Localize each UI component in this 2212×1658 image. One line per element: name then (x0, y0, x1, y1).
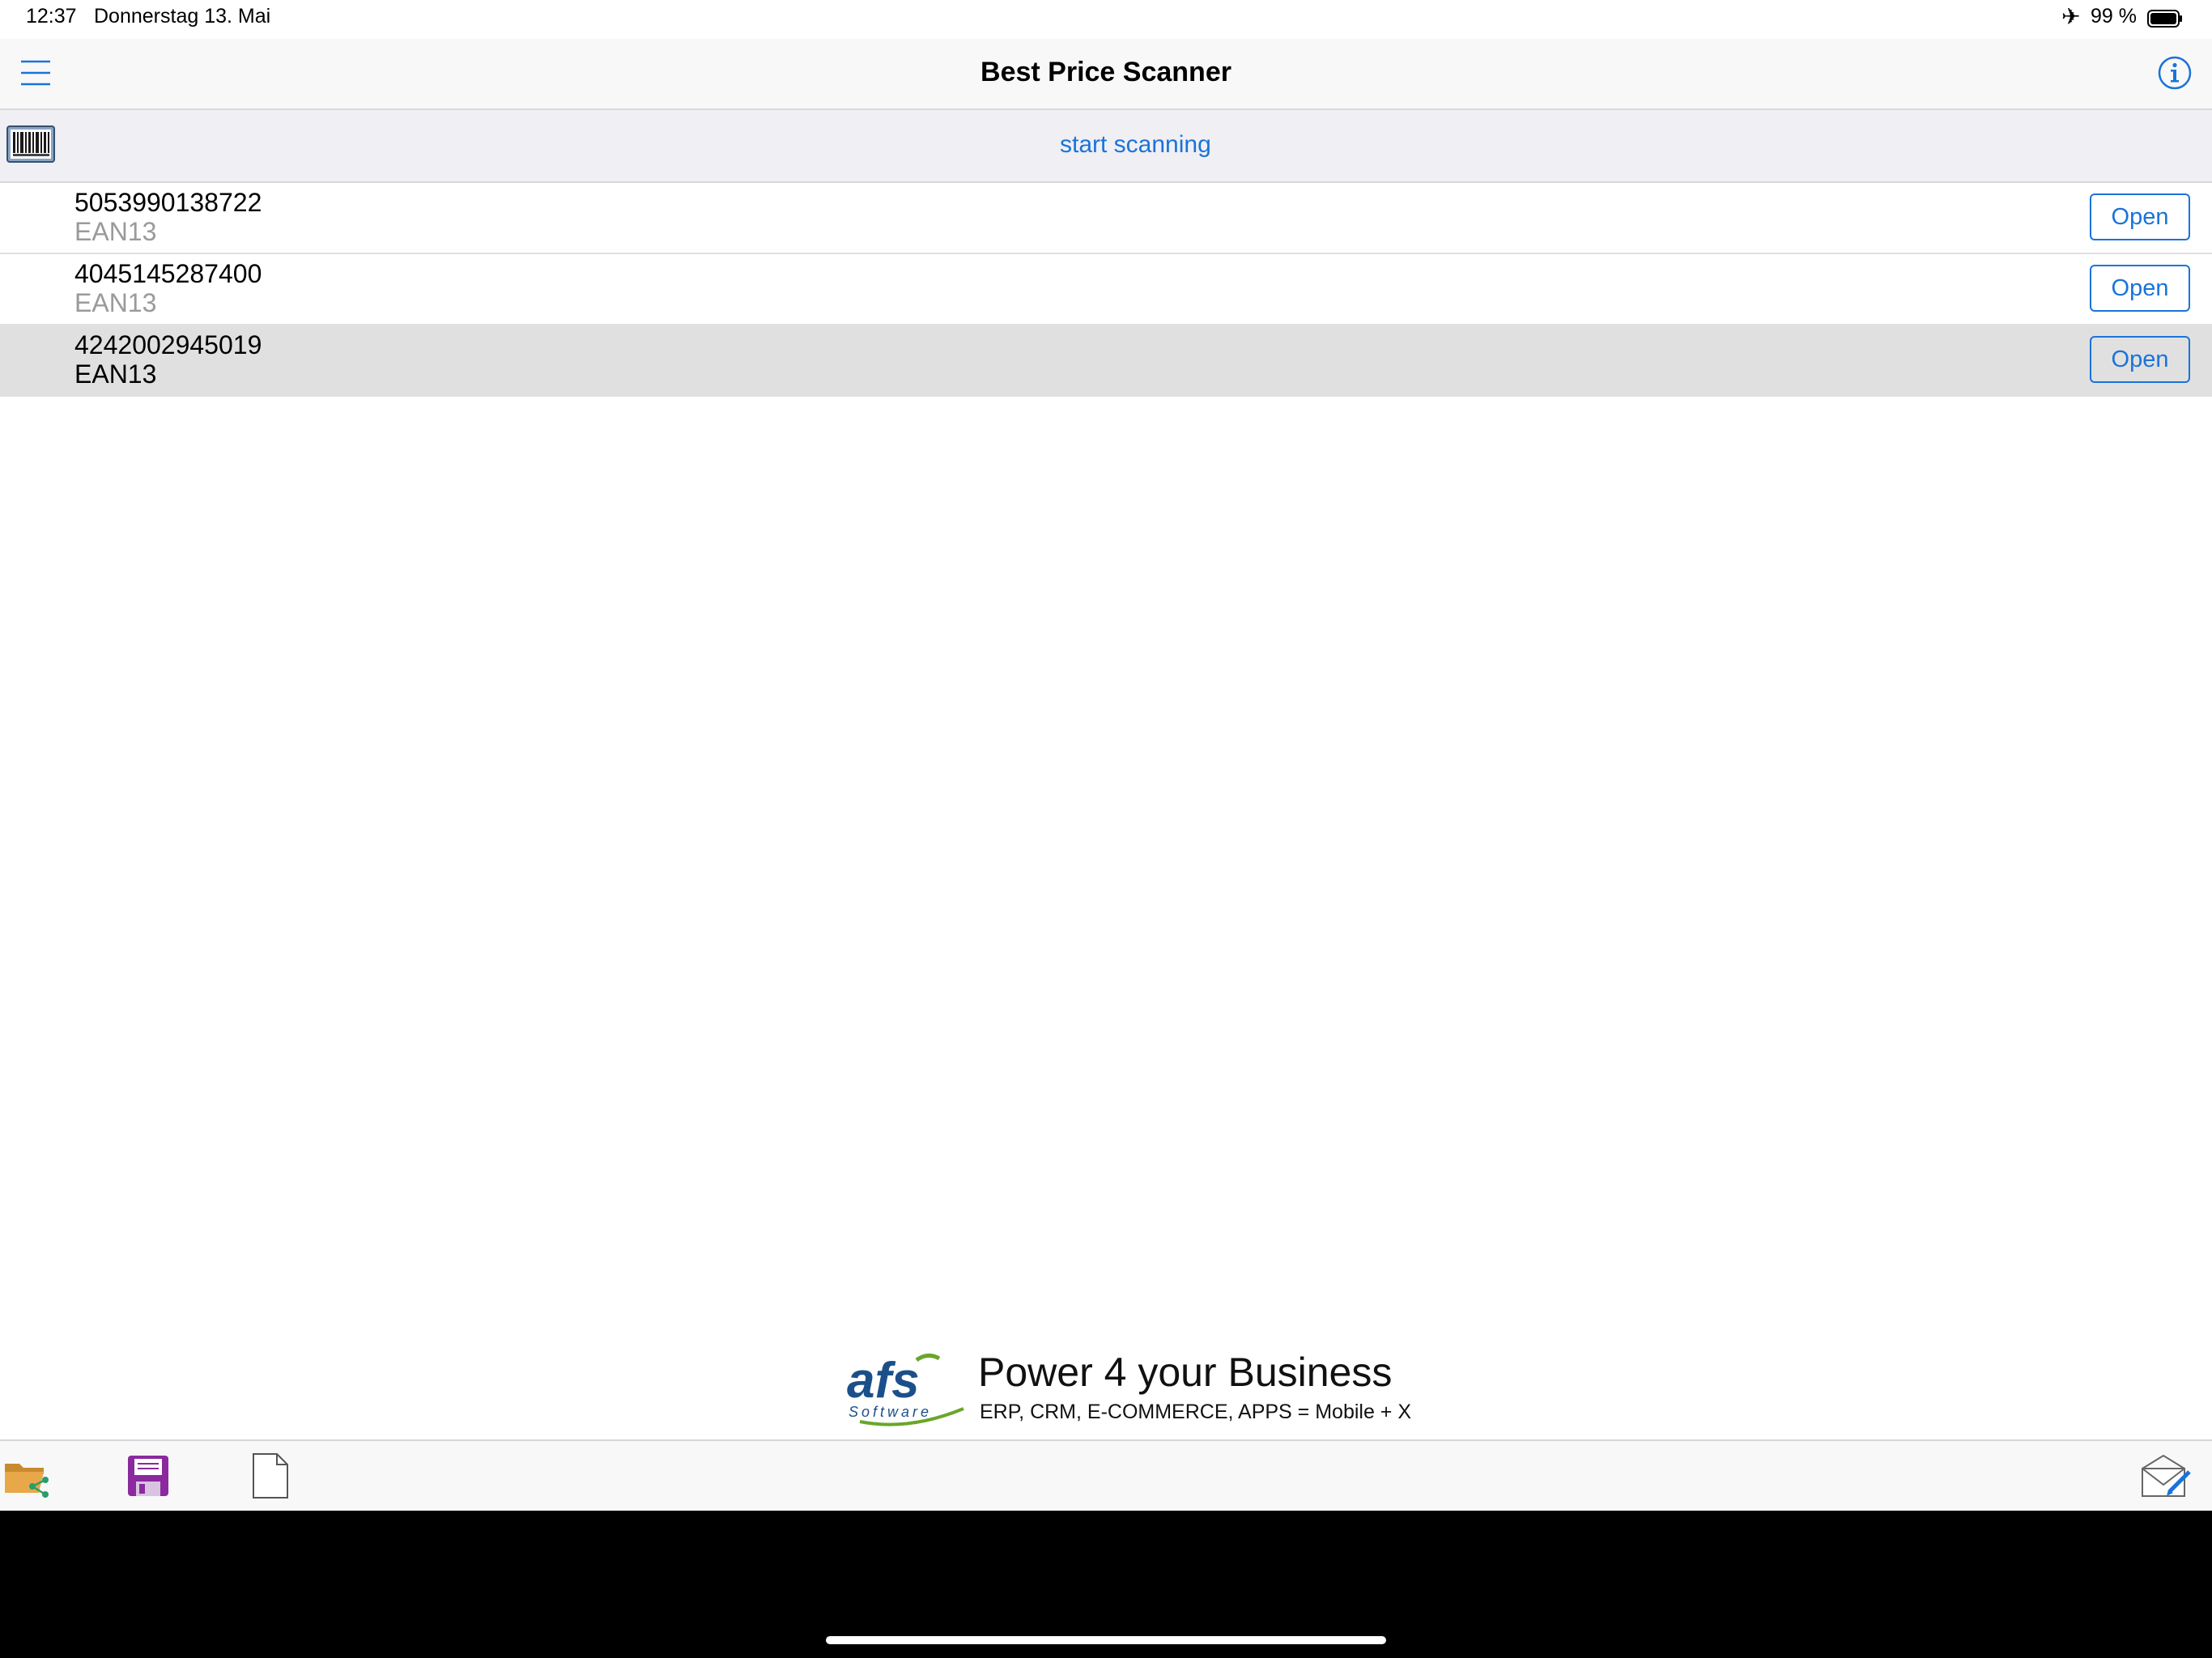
barcode-number: 5053990138722 (74, 188, 262, 217)
banner-headline: Power 4 your Business (978, 1350, 1393, 1395)
open-button[interactable]: Open (2090, 336, 2190, 383)
page-title: Best Price Scanner (981, 57, 1231, 87)
barcode-type: EAN13 (74, 288, 157, 317)
start-scanning-button[interactable]: start scanning (1060, 131, 1211, 159)
barcode-number: 4242002945019 (74, 330, 262, 359)
mail-compose-icon[interactable] (2141, 1454, 2193, 1499)
barcode-type: EAN13 (74, 359, 157, 389)
barcode-type: EAN13 (74, 217, 157, 246)
logo-subtext: Software (849, 1404, 932, 1420)
barcode-number: 4045145287400 (74, 259, 262, 288)
status-date: Donnerstag 13. Mai (94, 5, 271, 28)
afs-logo: afs Software (847, 1353, 964, 1426)
home-indicator[interactable] (826, 1636, 1386, 1644)
logo-text: afs (847, 1353, 920, 1409)
bottom-toolbar (0, 1439, 2212, 1512)
new-document-icon[interactable] (251, 1452, 290, 1499)
status-time: 12:37 (26, 5, 77, 28)
open-button[interactable]: Open (2090, 265, 2190, 312)
list-item[interactable]: 4045145287400 EAN13 Open (0, 254, 2212, 325)
banner-tagline: ERP, CRM, E-COMMERCE, APPS = Mobile + X (980, 1401, 1412, 1423)
info-icon[interactable] (2157, 55, 2193, 91)
open-button[interactable]: Open (2090, 193, 2190, 240)
battery-icon (2147, 10, 2182, 28)
barcode-icon[interactable] (6, 125, 55, 163)
save-icon[interactable] (126, 1454, 170, 1498)
airplane-icon: ✈ (2061, 4, 2081, 29)
status-bar (0, 0, 2212, 39)
battery-percentage: 99 % (2091, 5, 2137, 28)
list-item[interactable]: 5053990138722 EAN13 Open (0, 183, 2212, 254)
folder-share-icon[interactable] (3, 1456, 52, 1499)
list-item-selected[interactable]: 4242002945019 EAN13 Open (0, 325, 2212, 397)
